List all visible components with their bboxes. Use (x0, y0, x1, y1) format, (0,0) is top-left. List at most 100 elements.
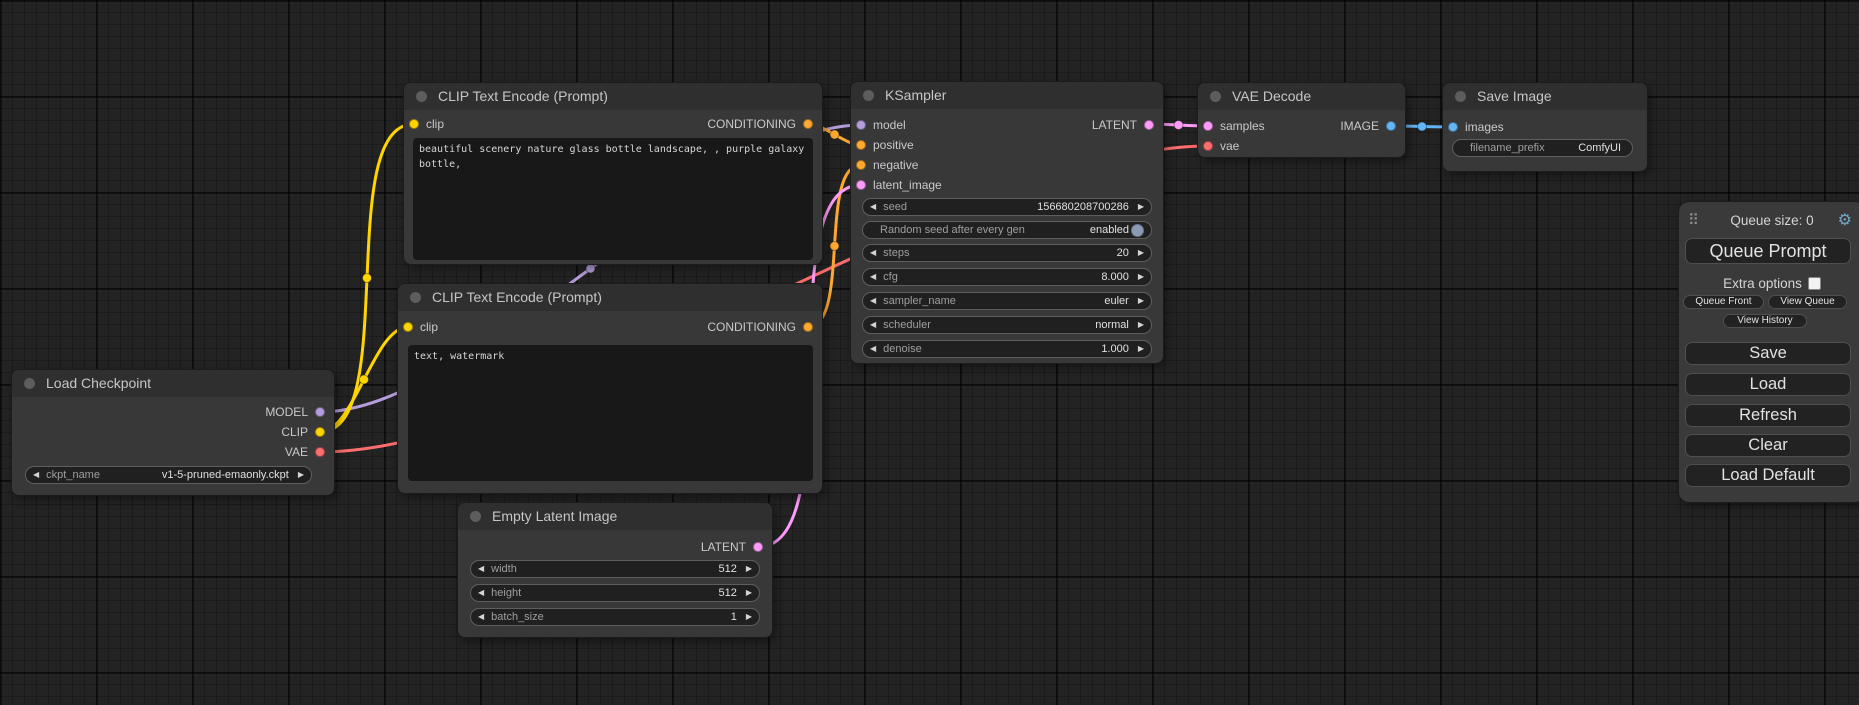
scheduler-widget[interactable]: ◀ scheduler normal ▶ (862, 316, 1152, 334)
toggle-dot-icon[interactable] (1131, 224, 1144, 237)
decrement-arrow-icon[interactable]: ◀ (870, 345, 876, 353)
clip-input-port[interactable] (409, 119, 419, 129)
image-output-port[interactable] (1386, 121, 1396, 131)
widget-label: width (491, 563, 517, 575)
output-label: LATENT (1092, 115, 1137, 135)
node-vae-decode[interactable]: VAE Decode samples IMAGE vae (1198, 83, 1405, 157)
widget-value: normal (931, 319, 1129, 331)
collapse-dot-icon[interactable] (1455, 91, 1466, 102)
latent-output-port[interactable] (1144, 120, 1154, 130)
decrement-arrow-icon[interactable]: ◀ (33, 471, 39, 479)
comfyui-canvas[interactable]: { "colors": { "canvas_bg": "#232323", "n… (0, 0, 1859, 705)
collapse-dot-icon[interactable] (410, 292, 421, 303)
decrement-arrow-icon[interactable]: ◀ (870, 321, 876, 329)
node-load-checkpoint[interactable]: Load Checkpoint MODEL CLIP VAE ◀ ckpt_na… (12, 370, 334, 495)
input-label: clip (420, 317, 438, 337)
view-queue-button[interactable]: View Queue (1768, 295, 1847, 309)
clip-input-port[interactable] (403, 322, 413, 332)
load-default-button[interactable]: Load Default (1685, 464, 1851, 487)
images-input-port[interactable] (1448, 122, 1458, 132)
decrement-arrow-icon[interactable]: ◀ (870, 273, 876, 281)
widget-value: 1 (544, 611, 737, 623)
decrement-arrow-icon[interactable]: ◀ (870, 297, 876, 305)
decrement-arrow-icon[interactable]: ◀ (478, 589, 484, 597)
node-empty-latent-image[interactable]: Empty Latent Image LATENT ◀ width 512 ▶ … (458, 503, 772, 637)
height-widget[interactable]: ◀ height 512 ▶ (470, 584, 760, 602)
save-button[interactable]: Save (1685, 342, 1851, 365)
collapse-dot-icon[interactable] (470, 511, 481, 522)
queue-panel[interactable]: ⠿ Queue size: 0 ⚙ Queue Prompt Extra opt… (1679, 202, 1859, 502)
input-label: images (1465, 117, 1504, 137)
model-output-port[interactable] (315, 407, 325, 417)
queue-prompt-button[interactable]: Queue Prompt (1685, 238, 1851, 264)
refresh-button[interactable]: Refresh (1685, 404, 1851, 427)
widget-value: 512 (521, 587, 737, 599)
conditioning-output-port[interactable] (803, 322, 813, 332)
batch-size-widget[interactable]: ◀ batch_size 1 ▶ (470, 608, 760, 626)
increment-arrow-icon[interactable]: ▶ (298, 471, 304, 479)
output-label: MODEL (265, 402, 308, 422)
extra-options-label: Extra options (1723, 276, 1802, 291)
increment-arrow-icon[interactable]: ▶ (746, 613, 752, 621)
increment-arrow-icon[interactable]: ▶ (1138, 345, 1144, 353)
output-label: CLIP (281, 422, 308, 442)
node-clip-text-encode-negative[interactable]: CLIP Text Encode (Prompt) clip CONDITION… (398, 284, 822, 493)
extra-options-checkbox[interactable] (1808, 277, 1821, 290)
cfg-widget[interactable]: ◀ cfg 8.000 ▶ (862, 268, 1152, 286)
filename-prefix-widget[interactable]: filename_prefix ComfyUI (1452, 139, 1633, 157)
gear-icon[interactable]: ⚙ (1838, 211, 1852, 231)
decrement-arrow-icon[interactable]: ◀ (870, 203, 876, 211)
denoise-widget[interactable]: ◀ denoise 1.000 ▶ (862, 340, 1152, 358)
widget-label: denoise (883, 343, 922, 355)
ckpt-name-widget[interactable]: ◀ ckpt_name v1-5-pruned-emaonly.ckpt ▶ (25, 466, 312, 484)
sampler-name-widget[interactable]: ◀ sampler_name euler ▶ (862, 292, 1152, 310)
random-seed-toggle-widget[interactable]: Random seed after every gen enabled (862, 221, 1152, 239)
widget-value: ComfyUI (1545, 142, 1621, 154)
decrement-arrow-icon[interactable]: ◀ (478, 613, 484, 621)
increment-arrow-icon[interactable]: ▶ (1138, 321, 1144, 329)
vae-output-port[interactable] (315, 447, 325, 457)
negative-prompt-textarea[interactable]: text, watermark (408, 345, 813, 481)
node-save-image[interactable]: Save Image images filename_prefix ComfyU… (1443, 83, 1647, 171)
increment-arrow-icon[interactable]: ▶ (1138, 203, 1144, 211)
increment-arrow-icon[interactable]: ▶ (746, 565, 752, 573)
increment-arrow-icon[interactable]: ▶ (1138, 249, 1144, 257)
widget-label: sampler_name (883, 295, 956, 307)
decrement-arrow-icon[interactable]: ◀ (478, 565, 484, 573)
model-input-port[interactable] (856, 120, 866, 130)
node-clip-text-encode-positive[interactable]: CLIP Text Encode (Prompt) clip CONDITION… (404, 83, 822, 264)
increment-arrow-icon[interactable]: ▶ (1138, 297, 1144, 305)
output-label: LATENT (701, 537, 746, 557)
increment-arrow-icon[interactable]: ▶ (746, 589, 752, 597)
collapse-dot-icon[interactable] (416, 91, 427, 102)
increment-arrow-icon[interactable]: ▶ (1138, 273, 1144, 281)
input-label: positive (873, 135, 914, 155)
collapse-dot-icon[interactable] (24, 378, 35, 389)
width-widget[interactable]: ◀ width 512 ▶ (470, 560, 760, 578)
positive-prompt-textarea[interactable]: beautiful scenery nature glass bottle la… (413, 138, 813, 260)
widget-value: 8.000 (898, 271, 1129, 283)
steps-widget[interactable]: ◀ steps 20 ▶ (862, 244, 1152, 262)
negative-input-port[interactable] (856, 160, 866, 170)
load-button[interactable]: Load (1685, 373, 1851, 396)
clear-button[interactable]: Clear (1685, 434, 1851, 457)
latent-image-input-port[interactable] (856, 180, 866, 190)
widget-value: v1-5-pruned-emaonly.ckpt (100, 469, 289, 481)
widget-value: 20 (909, 247, 1128, 259)
widget-value: enabled (1025, 224, 1129, 236)
seed-widget[interactable]: ◀ seed 156680208700286 ▶ (862, 198, 1152, 216)
clip-output-port[interactable] (315, 427, 325, 437)
output-label: VAE (285, 442, 308, 462)
latent-output-port[interactable] (753, 542, 763, 552)
collapse-dot-icon[interactable] (863, 90, 874, 101)
collapse-dot-icon[interactable] (1210, 91, 1221, 102)
queue-front-button[interactable]: Queue Front (1683, 295, 1764, 309)
queue-size-label: Queue size: 0 (1679, 210, 1859, 232)
node-ksampler[interactable]: KSampler model LATENT positive negative … (851, 82, 1163, 363)
vae-input-port[interactable] (1203, 141, 1213, 151)
decrement-arrow-icon[interactable]: ◀ (870, 249, 876, 257)
view-history-button[interactable]: View History (1723, 314, 1807, 328)
conditioning-output-port[interactable] (803, 119, 813, 129)
positive-input-port[interactable] (856, 140, 866, 150)
samples-input-port[interactable] (1203, 121, 1213, 131)
